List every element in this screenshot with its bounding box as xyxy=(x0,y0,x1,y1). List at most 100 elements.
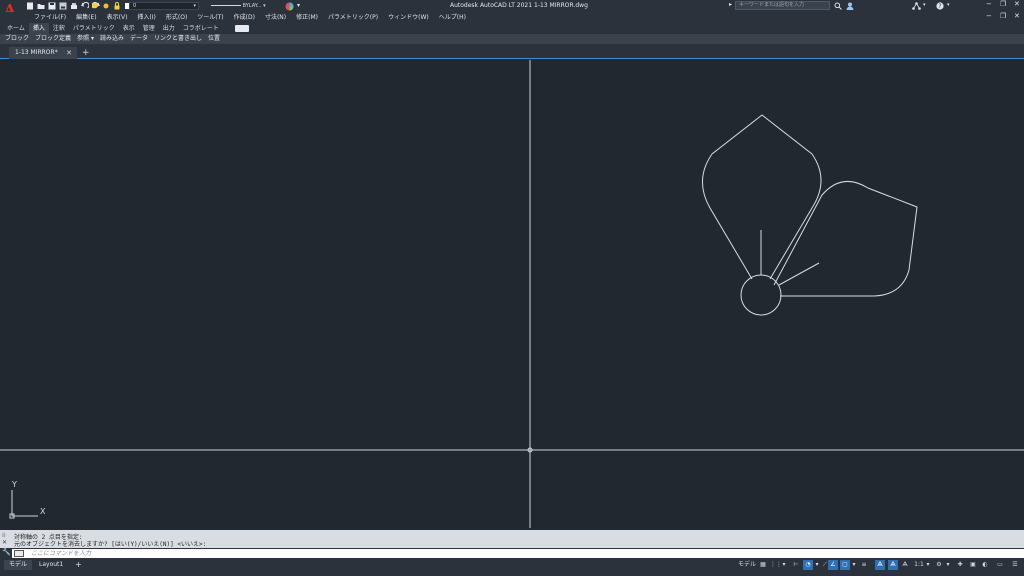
annotation-scale-value[interactable]: 1:1 xyxy=(913,560,925,570)
menu-item-8[interactable]: 修正(M) xyxy=(291,12,323,23)
customize-toolbar-icon[interactable]: ▾ xyxy=(297,2,300,9)
save-as-icon[interactable] xyxy=(59,2,67,10)
new-file-icon[interactable] xyxy=(26,2,34,10)
ribbon-panel-1[interactable]: ブロック定義 xyxy=(32,34,74,44)
flower-center-circle[interactable] xyxy=(740,274,782,316)
command-input[interactable]: ここにコマンドを入力 xyxy=(12,549,1024,558)
ucs-y-label: Y xyxy=(12,480,17,489)
color-wheel-icon[interactable] xyxy=(285,2,294,11)
minimize-icon[interactable]: − xyxy=(986,0,992,8)
lightbulb-icon[interactable] xyxy=(91,2,99,10)
restore-icon[interactable]: ❐ xyxy=(1000,0,1006,8)
menu-item-11[interactable]: ヘルプ(H) xyxy=(434,12,471,23)
new-tab-plus-icon[interactable]: + xyxy=(82,48,90,58)
drawing-area[interactable]: Y X xyxy=(0,60,1024,530)
petal-right[interactable] xyxy=(773,180,918,297)
stamen-line-diagonal[interactable] xyxy=(778,262,820,286)
menu-item-2[interactable]: 表示(V) xyxy=(102,12,133,23)
file-tab-1-13-mirror[interactable]: 1-13 MIRROR* ✕ xyxy=(9,47,77,59)
close-icon[interactable]: ✕ xyxy=(66,47,72,59)
ribbon-tab-3[interactable]: パラメトリック xyxy=(69,23,119,34)
ribbon-tab-0[interactable]: ホーム xyxy=(3,23,29,34)
ribbon-panel-0[interactable]: ブロック xyxy=(2,34,32,44)
ortho-icon[interactable]: ⊢ xyxy=(791,560,801,570)
chevron-down-icon[interactable]: ▾ xyxy=(851,560,857,570)
menu-item-10[interactable]: ウィンドウ(W) xyxy=(383,12,434,23)
menu-item-6[interactable]: 作成(D) xyxy=(229,12,260,23)
model-space-button[interactable]: モデル xyxy=(737,560,757,570)
user-icon[interactable] xyxy=(846,2,854,10)
open-folder-icon[interactable] xyxy=(37,2,45,10)
chevron-down-icon[interactable]: ▾ xyxy=(947,2,950,8)
ucs-icon xyxy=(9,490,38,519)
doc-restore-icon[interactable]: ❐ xyxy=(1000,12,1006,20)
layout-tab-model[interactable]: モデル xyxy=(4,560,33,570)
annotation-autoscale-icon[interactable]: Ѧ xyxy=(888,560,898,570)
object-snap-tracking-icon[interactable]: ∠ xyxy=(828,560,838,570)
hardware-acceleration-icon[interactable]: ◐ xyxy=(980,560,990,570)
ribbon-panel-3[interactable]: 読み込み xyxy=(97,34,127,44)
sun-icon[interactable] xyxy=(102,2,110,10)
lineweight-icon[interactable]: ≡ xyxy=(859,560,869,570)
annotation-scale-icon[interactable]: Ѧ xyxy=(900,560,910,570)
close-icon[interactable]: ✕ xyxy=(1014,0,1020,8)
chevron-down-icon[interactable]: ▾ xyxy=(781,560,787,570)
status-bar: モデル Layout1 + モデル ▦ ⋮⋮ ▾ ⊢ ◔ ▾ ⟋ ∠ ▢ ▾ ≡… xyxy=(0,559,1024,576)
chevron-down-icon[interactable]: ▾ xyxy=(925,560,931,570)
drawing-canvas[interactable] xyxy=(0,60,1024,530)
layout-tab-layout1[interactable]: Layout1 xyxy=(34,560,68,570)
ribbon-tab-5[interactable]: 管理 xyxy=(139,23,159,34)
ribbon-tab-2[interactable]: 注釈 xyxy=(49,23,69,34)
ribbon-minimize-toggle[interactable] xyxy=(235,25,249,32)
menu-item-3[interactable]: 挿入(I) xyxy=(132,12,160,23)
menu-item-9[interactable]: パラメトリック(P) xyxy=(323,12,383,23)
chevron-down-icon[interactable]: ▾ xyxy=(945,560,951,570)
plus-icon[interactable]: ✚ xyxy=(955,560,965,570)
gear-icon[interactable]: ⚙ xyxy=(934,560,944,570)
annotation-visibility-icon[interactable]: Ѧ xyxy=(875,560,885,570)
chevron-down-icon: ▾ xyxy=(193,3,196,9)
search-input[interactable]: キーワードまたは語句を入力 xyxy=(735,1,830,10)
isolate-objects-icon[interactable]: ▣ xyxy=(968,560,978,570)
chevron-down-icon[interactable]: ▾ xyxy=(814,560,820,570)
add-layout-icon[interactable]: + xyxy=(70,560,87,570)
menu-item-5[interactable]: ツール(T) xyxy=(192,12,228,23)
ribbon-panel-6[interactable]: 位置 xyxy=(205,34,223,44)
layer-dropdown[interactable]: 0 ▾ xyxy=(129,2,199,10)
help-icon[interactable]: ? xyxy=(936,2,944,10)
command-prompt-icon[interactable] xyxy=(14,550,24,557)
wrench-icon[interactable]: 🔧 xyxy=(2,548,11,556)
chevron-down-icon[interactable]: ▾ xyxy=(923,2,926,8)
grid-icon[interactable]: ▦ xyxy=(758,560,768,570)
menu-item-1[interactable]: 編集(E) xyxy=(71,12,101,23)
snap-icon[interactable]: ⋮⋮ xyxy=(770,560,782,570)
ribbon-tab-4[interactable]: 表示 xyxy=(119,23,139,34)
ribbon-tab-7[interactable]: コラボレート xyxy=(179,23,223,34)
ribbon-panel-4[interactable]: データ xyxy=(127,34,151,44)
menu-item-4[interactable]: 形式(O) xyxy=(161,12,192,23)
search-icon[interactable] xyxy=(834,2,842,10)
doc-minimize-icon[interactable]: − xyxy=(986,12,992,20)
command-grip-icon[interactable]: ⁞⁞ ✕ xyxy=(2,532,10,546)
lock-icon[interactable] xyxy=(113,2,121,10)
undo-icon[interactable] xyxy=(81,2,89,10)
flower-drawing[interactable] xyxy=(702,114,918,316)
search-expand-icon[interactable]: ▸ xyxy=(729,1,732,8)
ribbon-panel-5[interactable]: リンクと書き出し xyxy=(151,34,205,44)
ribbon-panel-2[interactable]: 参照 ▾ xyxy=(74,34,97,44)
linetype-dropdown[interactable]: BYLAY... ▾ xyxy=(211,2,283,10)
share-icon[interactable] xyxy=(912,2,921,10)
clean-screen-icon[interactable]: ▭ xyxy=(995,560,1005,570)
customization-menu-icon[interactable]: ☰ xyxy=(1010,560,1020,570)
menu-item-7[interactable]: 寸法(N) xyxy=(260,12,291,23)
save-icon[interactable] xyxy=(48,2,56,10)
doc-close-icon[interactable]: ✕ xyxy=(1014,12,1020,20)
polar-tracking-icon[interactable]: ◔ xyxy=(803,560,813,570)
command-history-line-2: 元のオブジェクトを消去しますか? [はい(Y)/いいえ(N)] <いいえ>: xyxy=(14,541,207,548)
object-snap-icon[interactable]: ▢ xyxy=(840,560,850,570)
plot-icon[interactable] xyxy=(70,2,78,10)
ribbon-tab-1[interactable]: 挿入 xyxy=(28,23,49,34)
menu-item-0[interactable]: ファイル(F) xyxy=(29,12,71,23)
petal-upper[interactable] xyxy=(702,114,822,280)
ribbon-tab-6[interactable]: 出力 xyxy=(159,23,179,34)
